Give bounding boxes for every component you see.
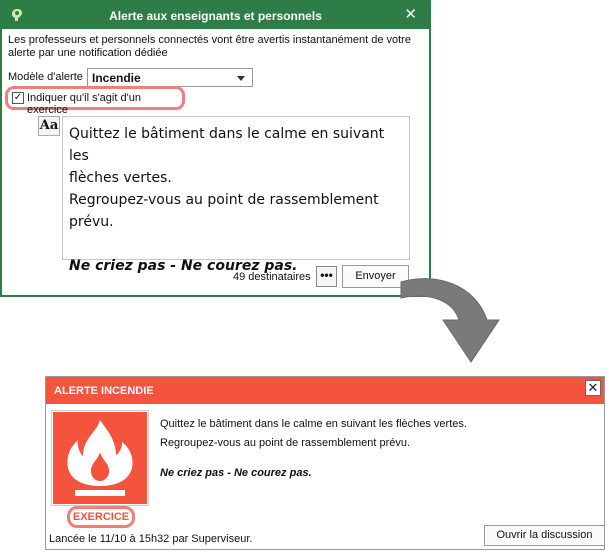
message-spacer [69,233,403,255]
notification-message: Quittez le bâtiment dans le calme en sui… [160,415,467,483]
alert-intro-text: Les professeurs et personnels connectés … [8,34,411,59]
fire-pictogram-frame [51,410,149,506]
fire-pictogram [53,412,147,504]
chevron-down-icon [237,76,245,81]
exercise-checkbox[interactable]: ✓ [12,92,24,104]
message-spacer [160,453,467,464]
recipients-count: 49 destinataires [233,271,311,283]
alert-dialog-title: Alerte aux enseignants et personnels [109,9,322,23]
exercise-highlight: ✓ Indiquer qu'il s'agit d'un exercice [5,86,185,116]
close-icon[interactable]: ✕ [585,380,601,396]
text-format-button[interactable]: Aa [38,116,60,136]
alert-dialog: Alerte aux enseignants et personnels ✕ L… [0,0,431,297]
message-line: Quittez le bâtiment dans le calme en sui… [69,126,385,164]
close-icon[interactable]: ✕ [404,6,417,24]
message-line: flèches vertes. [69,170,172,186]
alert-model-select[interactable]: Incendie [87,68,253,87]
message-emphasis: Ne criez pas - Ne courez pas. [160,467,312,479]
open-discussion-button[interactable]: Ouvrir la discussion [484,525,605,546]
launch-info: Lancée le 11/10 à 15h32 par Superviseur. [49,533,253,545]
notification-titlebar[interactable]: ALERTE INCENDIE ✕ [46,377,604,404]
more-options-button[interactable]: ••• [316,266,337,287]
alert-dialog-titlebar[interactable]: Alerte aux enseignants et personnels ✕ [2,2,429,29]
fire-alert-notification: ALERTE INCENDIE ✕ Quittez le bâtiment da… [45,376,605,550]
alert-model-label: Modèle d'alerte [8,71,83,83]
message-line: prévu. [69,214,114,230]
exercise-badge: EXERCICE [67,506,135,528]
alert-model-value: Incendie [92,71,141,85]
message-line: Regroupez-vous au point de rassemblement [69,192,379,208]
alert-message-editor[interactable]: Quittez le bâtiment dans le calme en sui… [62,116,410,274]
exercise-checkbox-label[interactable]: Indiquer qu'il s'agit d'un exercice [27,92,182,116]
message-line: Quittez le bâtiment dans le calme en sui… [160,418,467,430]
notification-title: ALERTE INCENDIE [54,385,154,397]
curved-arrow-icon [400,278,500,363]
fire-icon [67,420,133,496]
message-line: Regroupez-vous au point de rassemblement… [160,437,411,449]
